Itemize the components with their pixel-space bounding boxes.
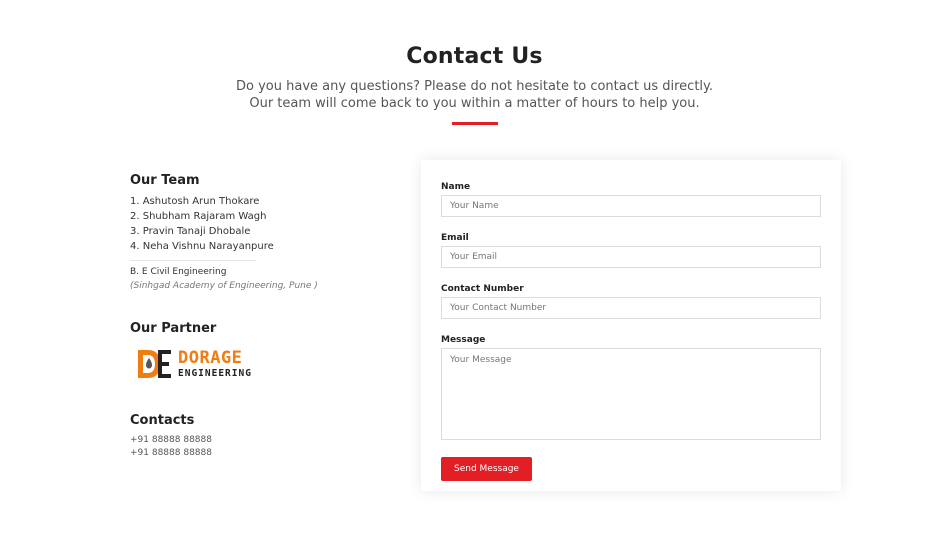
contact-number-placeholder: Your Contact Number	[450, 303, 547, 313]
name-input[interactable]: Your Name	[441, 195, 821, 217]
logo-text-line1: DORAGE	[178, 347, 243, 368]
page-header: Contact Us Do you have any questions? Pl…	[0, 44, 949, 125]
contact-number-input[interactable]: Your Contact Number	[441, 297, 821, 319]
team-member: 4. Neha Vishnu Narayanpure	[130, 241, 274, 252]
team-section: Our Team 1. Ashutosh Arun Thokare 2. Shu…	[130, 173, 410, 293]
message-textarea[interactable]: Your Message	[441, 348, 821, 440]
contact-number-label: Contact Number	[441, 284, 524, 294]
page-subtitle: Do you have any questions? Please do not…	[236, 79, 713, 111]
team-heading: Our Team	[130, 173, 200, 188]
partner-logo-text: DORAGE ENGINEERING	[178, 347, 252, 379]
email-label: Email	[441, 233, 469, 243]
name-label: Name	[441, 182, 471, 192]
team-list: 1. Ashutosh Arun Thokare 2. Shubham Raja…	[130, 194, 410, 254]
email-placeholder: Your Email	[450, 252, 498, 262]
title-underline	[451, 122, 498, 125]
message-placeholder: Your Message	[450, 355, 512, 365]
team-divider	[130, 260, 256, 261]
phone-number: +91 88888 88888	[130, 448, 212, 458]
dorage-logo-icon	[138, 350, 171, 378]
team-member: 1. Ashutosh Arun Thokare	[130, 196, 260, 207]
send-message-button[interactable]: Send Message	[441, 457, 532, 481]
phone-number: +91 88888 88888	[130, 435, 212, 445]
degree-text: B. E Civil Engineering	[130, 267, 227, 277]
partner-section: Our Partner DORAGE ENGINEERING	[130, 321, 410, 380]
college-text: (Sinhgad Academy of Engineering, Pune )	[130, 281, 318, 291]
partner-logo: DORAGE ENGINEERING	[136, 348, 410, 380]
contact-form-card: Name Your Name Email Your Email Contact …	[421, 160, 841, 491]
contact-form: Name Your Name Email Your Email Contact …	[441, 182, 821, 481]
contacts-heading: Contacts	[130, 413, 195, 428]
message-label: Message	[441, 335, 486, 345]
partner-heading: Our Partner	[130, 321, 217, 336]
logo-text-line2: ENGINEERING	[178, 367, 252, 379]
info-column: Our Team 1. Ashutosh Arun Thokare 2. Shu…	[130, 173, 410, 460]
team-member: 2. Shubham Rajaram Wagh	[130, 211, 267, 222]
contacts-section: Contacts +91 88888 88888 +91 88888 88888	[130, 413, 410, 460]
name-placeholder: Your Name	[450, 201, 499, 211]
team-member: 3. Pravin Tanaji Dhobale	[130, 226, 251, 237]
page-title: Contact Us	[406, 44, 543, 69]
email-input[interactable]: Your Email	[441, 246, 821, 268]
